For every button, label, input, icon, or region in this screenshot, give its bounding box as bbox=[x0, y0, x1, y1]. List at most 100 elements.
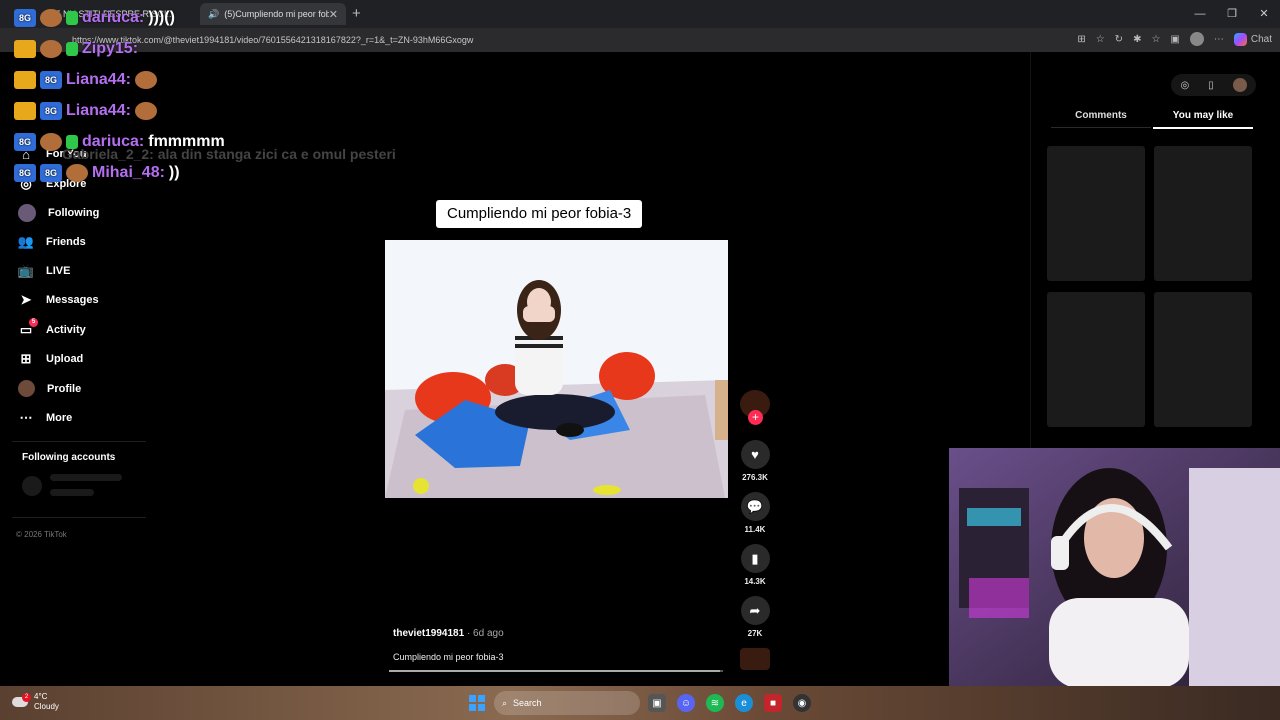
discord-icon[interactable]: ☺ bbox=[677, 694, 695, 712]
spotify-icon[interactable]: ≋ bbox=[706, 694, 724, 712]
sidebar-item-live[interactable]: 📺 LIVE bbox=[17, 263, 71, 279]
address-bar-row: https://www.tiktok.com/@theviet1994181/v… bbox=[0, 28, 1280, 52]
following-avatar-icon bbox=[18, 204, 36, 222]
emote-icon bbox=[40, 9, 62, 27]
author-username[interactable]: theviet1994181 bbox=[393, 628, 464, 639]
comment-count: 11.4K bbox=[744, 525, 766, 534]
chat-username: dariuca: bbox=[82, 9, 145, 26]
tab-you-may-like[interactable]: You may like bbox=[1153, 110, 1253, 129]
search-label: Search bbox=[513, 698, 542, 708]
save-action[interactable]: ▮ 14.3K bbox=[739, 544, 771, 586]
share-count: 27K bbox=[747, 629, 763, 638]
new-tab-button[interactable]: + bbox=[352, 5, 361, 22]
chat-text: )))() bbox=[148, 9, 175, 26]
chat-username: Zipy15: bbox=[82, 40, 139, 57]
weather-widget[interactable]: 2 4°C Cloudy bbox=[12, 692, 59, 712]
sidebar-item-messages[interactable]: ➤ Messages bbox=[18, 292, 99, 308]
video-progress-bar[interactable] bbox=[389, 670, 723, 672]
sidebar-item-more[interactable]: ⋯ More bbox=[18, 410, 73, 426]
window-controls: — ❐ ✕ bbox=[1184, 0, 1280, 28]
subscriber-badge-icon: 8G bbox=[40, 71, 62, 89]
share-action[interactable]: ➦ 27K bbox=[739, 596, 771, 638]
suggested-video-thumbnail[interactable] bbox=[1154, 146, 1252, 281]
refresh-icon[interactable]: ↻ bbox=[1115, 34, 1123, 45]
sidebar-item-upload[interactable]: ⊞ Upload bbox=[18, 351, 84, 367]
extensions-icon[interactable]: ✱ bbox=[1133, 34, 1141, 45]
search-icon: ⌕ bbox=[502, 697, 508, 708]
crown-badge-icon bbox=[14, 40, 36, 58]
sidebar-item-following[interactable]: Following bbox=[18, 204, 99, 222]
speaker-icon: 🔊 bbox=[208, 8, 220, 19]
collections-icon[interactable]: ▣ bbox=[1170, 34, 1179, 45]
upload-plus-icon: ⊞ bbox=[20, 351, 32, 366]
webcam-frame bbox=[949, 448, 1280, 686]
send-icon: ➤ bbox=[20, 292, 32, 307]
live-tv-icon: 📺 bbox=[17, 263, 35, 278]
video-frame bbox=[385, 240, 728, 498]
subscriber-badge-icon: 8G bbox=[40, 102, 62, 120]
phone-icon[interactable]: ▯ bbox=[1208, 80, 1214, 91]
stream-chat-message: 8G Liana44: bbox=[14, 102, 157, 120]
divider bbox=[12, 517, 146, 518]
profile-avatar[interactable] bbox=[1189, 32, 1204, 46]
subscriber-badge-icon: 8G bbox=[14, 164, 36, 182]
task-view-icon[interactable]: ▣ bbox=[648, 694, 666, 712]
emote-icon bbox=[66, 164, 88, 182]
copilot-chat-button[interactable]: Chat bbox=[1233, 32, 1272, 46]
restore-button[interactable]: ❐ bbox=[1216, 0, 1248, 28]
subscriber-badge-icon: 8G bbox=[14, 9, 36, 27]
weather-alert-badge: 2 bbox=[22, 693, 31, 702]
suggested-video-thumbnail[interactable] bbox=[1047, 292, 1145, 427]
bookmark-icon[interactable]: ▮ bbox=[740, 544, 770, 573]
suggested-video-thumbnail[interactable] bbox=[1047, 146, 1145, 281]
minimize-button[interactable]: — bbox=[1184, 0, 1216, 28]
stream-chat-message: Zipy15: bbox=[14, 40, 142, 58]
app-red-icon[interactable]: ■ bbox=[764, 694, 782, 712]
comment-bubble-icon[interactable]: 💬 bbox=[740, 492, 770, 521]
chat-username: Liana44: bbox=[66, 71, 131, 88]
chat-username: Mihai_48: bbox=[92, 164, 165, 181]
copilot-icon bbox=[1233, 32, 1247, 46]
taskbar-search[interactable]: ⌕ Search bbox=[494, 691, 640, 715]
stream-chat-message: 8G 8G Mihai_48: )) bbox=[14, 164, 180, 182]
favorite-star-icon[interactable]: ☆ bbox=[1096, 34, 1105, 45]
sidebar-item-friends[interactable]: 👥 Friends bbox=[18, 234, 86, 250]
share-arrow-icon[interactable]: ➦ bbox=[740, 596, 770, 625]
favorites-icon[interactable]: ☆ bbox=[1151, 34, 1160, 45]
comment-action[interactable]: 💬 11.4K bbox=[739, 492, 771, 534]
video-author[interactable]: theviet1994181 · 6d ago bbox=[393, 628, 504, 639]
music-disc-icon[interactable] bbox=[740, 648, 770, 670]
copyright-text: © 2026 TikTok bbox=[16, 530, 67, 539]
tab-comments[interactable]: Comments bbox=[1051, 110, 1151, 128]
windows-start-icon[interactable] bbox=[469, 695, 485, 711]
app-available-icon[interactable]: ⊞ bbox=[1077, 34, 1085, 45]
save-count: 14.3K bbox=[744, 577, 766, 586]
browser-toolbar: ⊞ ☆ ↻ ✱ ☆ ▣ ⋯ Chat bbox=[1077, 32, 1272, 46]
windows-taskbar: 2 4°C Cloudy ⌕ Search ▣ ☺ ≋ e ■ ◉ bbox=[0, 686, 1280, 720]
suggested-video-thumbnail[interactable] bbox=[1154, 292, 1252, 427]
browser-tab-2[interactable]: 🔊 (5)Cumpliendo mi peor fobia ✕ bbox=[200, 3, 346, 25]
sidebar-item-profile[interactable]: Profile bbox=[18, 380, 81, 397]
settings-more-icon[interactable]: ⋯ bbox=[1214, 34, 1224, 45]
edge-icon[interactable]: e bbox=[735, 694, 753, 712]
heart-icon[interactable]: ♥ bbox=[740, 440, 770, 469]
user-avatar[interactable] bbox=[1232, 78, 1247, 92]
sidebar-item-activity[interactable]: ▭ 5 Activity bbox=[18, 318, 86, 338]
close-tab-icon[interactable]: ✕ bbox=[329, 8, 338, 21]
video-player[interactable] bbox=[385, 240, 728, 498]
gift-badge-icon bbox=[66, 11, 78, 25]
close-window-button[interactable]: ✕ bbox=[1248, 0, 1280, 28]
like-action[interactable]: ♥ 276.3K bbox=[739, 440, 771, 482]
activity-icon: ▭ 5 bbox=[18, 318, 38, 338]
like-count: 276.3K bbox=[742, 473, 768, 482]
compass-icon[interactable]: ◎ bbox=[1180, 80, 1189, 91]
loading-text-placeholder bbox=[50, 474, 122, 481]
following-accounts-title: Following accounts bbox=[22, 452, 116, 463]
loading-avatar-placeholder bbox=[22, 476, 42, 496]
obs-icon[interactable]: ◉ bbox=[793, 694, 811, 712]
url-field[interactable]: https://www.tiktok.com/@theviet1994181/v… bbox=[64, 32, 1064, 48]
follow-plus-button[interactable]: + bbox=[748, 410, 763, 425]
more-dots-icon: ⋯ bbox=[19, 410, 33, 425]
emote-icon bbox=[134, 102, 157, 120]
streamer-webcam bbox=[949, 448, 1280, 686]
